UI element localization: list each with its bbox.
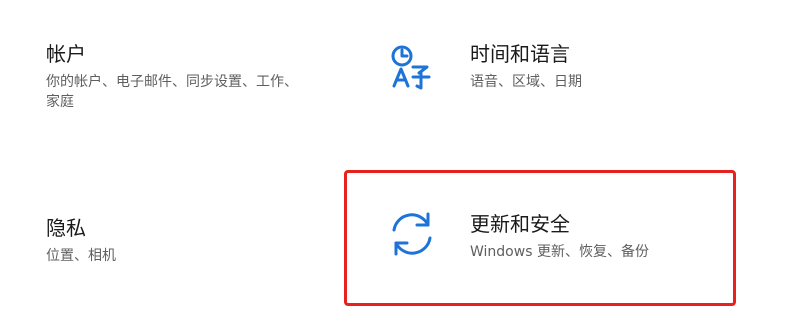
time-language-icon xyxy=(384,42,440,92)
settings-tile-accounts[interactable]: 帐户 你的帐户、电子邮件、同步设置、工作、家庭 xyxy=(46,42,306,112)
tile-title-accounts: 帐户 xyxy=(46,42,86,66)
settings-tile-update-security[interactable]: 更新和安全 Windows 更新、恢复、备份 xyxy=(384,212,724,262)
tile-title-privacy: 隐私 xyxy=(46,216,86,240)
tile-desc-update-security: Windows 更新、恢复、备份 xyxy=(470,244,649,260)
tile-desc-accounts: 你的帐户、电子邮件、同步设置、工作、家庭 xyxy=(46,74,298,110)
settings-tile-privacy[interactable]: 隐私 位置、相机 xyxy=(46,216,306,266)
tile-title-time-language: 时间和语言 xyxy=(470,42,570,66)
tile-title-update-security: 更新和安全 xyxy=(470,212,570,236)
tile-desc-time-language: 语音、区域、日期 xyxy=(470,74,582,90)
sync-icon xyxy=(384,206,440,262)
tile-desc-privacy: 位置、相机 xyxy=(46,248,116,264)
tile-text: 隐私 位置、相机 xyxy=(46,216,116,266)
tile-text: 更新和安全 Windows 更新、恢复、备份 xyxy=(470,212,649,262)
tile-text: 时间和语言 语音、区域、日期 xyxy=(470,42,582,92)
settings-tile-time-language[interactable]: 时间和语言 语音、区域、日期 xyxy=(384,42,684,92)
tile-text: 帐户 你的帐户、电子邮件、同步设置、工作、家庭 xyxy=(46,42,301,112)
